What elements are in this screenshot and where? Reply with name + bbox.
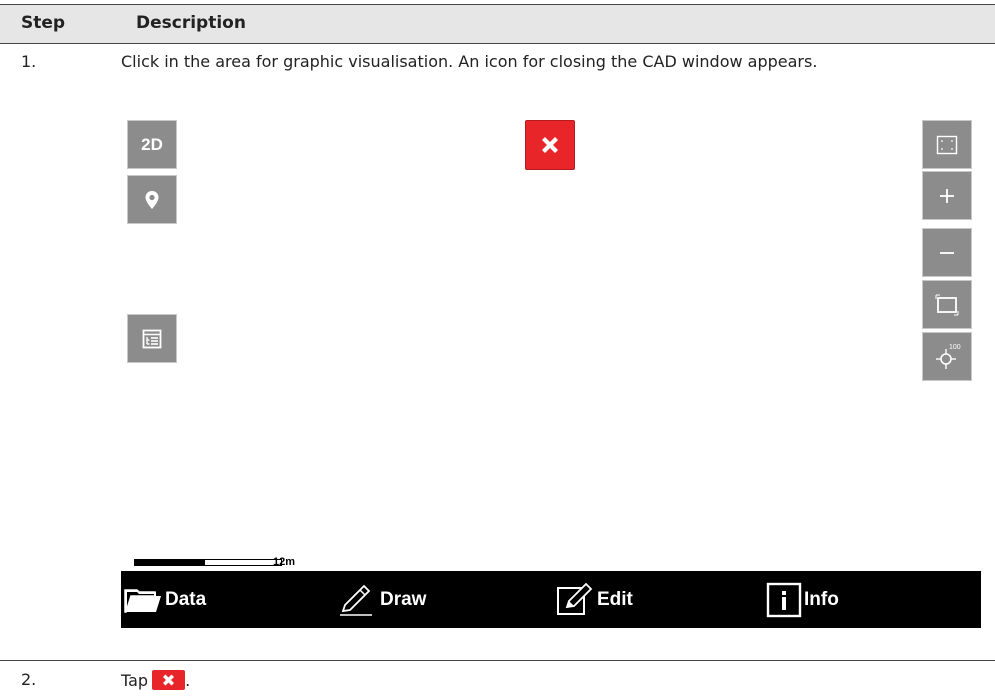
zoom-out-button[interactable] bbox=[922, 228, 972, 277]
zoom-target-button[interactable]: 100 bbox=[922, 332, 972, 381]
header-description: Description bbox=[136, 13, 246, 33]
inline-close-icon bbox=[152, 670, 186, 690]
toolbar-info-button[interactable]: Info bbox=[766, 571, 839, 628]
2d-label: 2D bbox=[141, 134, 163, 154]
toolbar-data-label: Data bbox=[165, 588, 207, 610]
step-description-2-suffix: . bbox=[185, 671, 191, 690]
step-description-2: Tap. bbox=[121, 670, 951, 691]
toolbar-draw-label: Draw bbox=[380, 588, 427, 610]
map-pin-icon bbox=[145, 190, 159, 209]
fit-extent-button[interactable] bbox=[922, 120, 972, 169]
layer-list-button[interactable] bbox=[127, 314, 177, 363]
toolbar-edit-button[interactable]: Edit bbox=[555, 571, 633, 628]
scale-bar-label: 12m bbox=[273, 556, 296, 568]
map-pin-button[interactable] bbox=[127, 175, 177, 224]
zoom-window-icon bbox=[935, 294, 959, 315]
zoom-window-button[interactable] bbox=[922, 280, 972, 329]
row-divider bbox=[0, 660, 995, 661]
toolbar-draw-button[interactable]: Draw bbox=[338, 571, 426, 628]
close-x-icon bbox=[542, 137, 558, 153]
step-description-2-prefix: Tap bbox=[121, 671, 149, 690]
scale-bar bbox=[134, 559, 284, 567]
zoom-out-icon bbox=[940, 251, 954, 254]
close-cad-button[interactable] bbox=[525, 120, 575, 170]
zoom-in-icon bbox=[940, 188, 954, 203]
toolbar-info-label: Info bbox=[804, 588, 839, 610]
pencil-icon bbox=[340, 584, 372, 616]
info-icon bbox=[766, 582, 802, 617]
step-description-1: Click in the area for graphic visualisat… bbox=[121, 52, 818, 71]
folder-icon bbox=[124, 588, 161, 613]
table-header: Step Description bbox=[0, 4, 995, 44]
layer-list-icon bbox=[142, 329, 162, 348]
zoom-target-label: 100 bbox=[949, 344, 961, 351]
step-number-2: 2. bbox=[21, 670, 37, 689]
toolbar-edit-label: Edit bbox=[597, 588, 633, 610]
step-number-1: 1. bbox=[21, 52, 37, 71]
cad-toolbar: Data Draw Edit Info bbox=[121, 571, 981, 628]
cad-window[interactable]: 2D 100 12m Data Draw Edit Info bbox=[121, 112, 981, 632]
toolbar-data-button[interactable]: Data bbox=[123, 571, 206, 628]
fit-extent-icon bbox=[936, 135, 958, 154]
zoom-in-button[interactable] bbox=[922, 171, 972, 220]
edit-icon bbox=[557, 582, 593, 615]
zoom-target-100-icon: 100 bbox=[936, 344, 961, 369]
2d-view-button[interactable]: 2D bbox=[127, 120, 177, 169]
header-step: Step bbox=[21, 13, 66, 33]
